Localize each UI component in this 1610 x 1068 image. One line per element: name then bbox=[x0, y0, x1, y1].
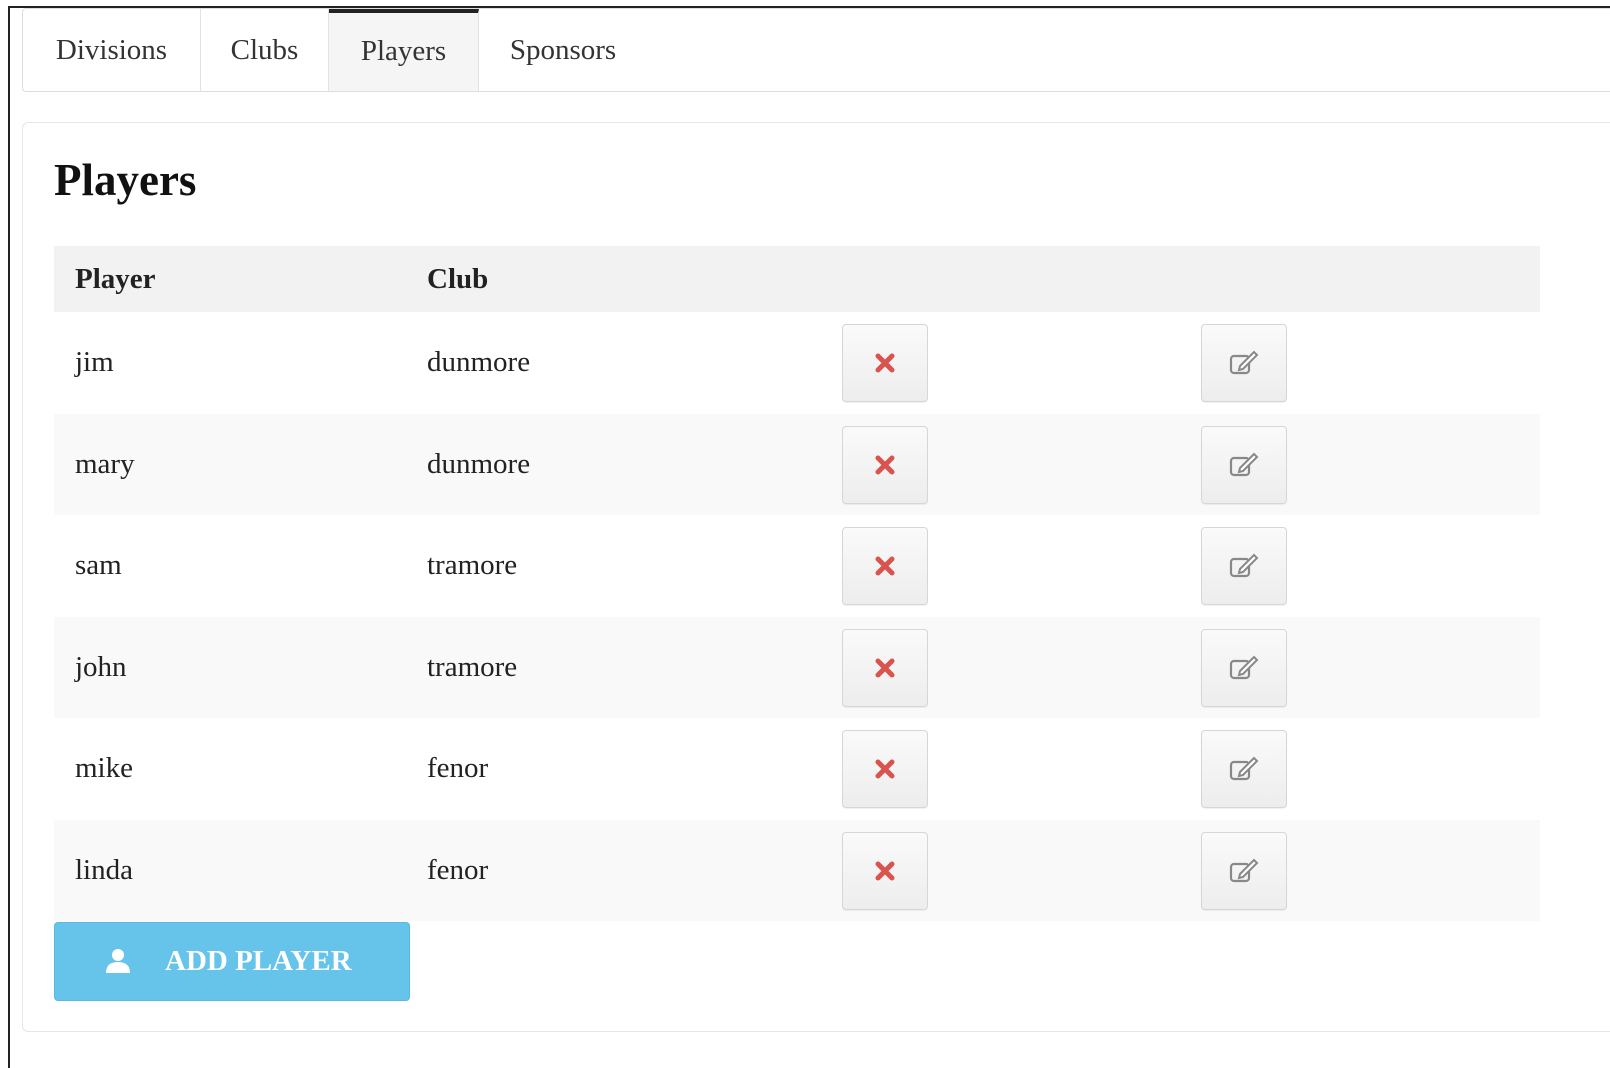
header-player: Player bbox=[75, 263, 156, 295]
tab-sponsors[interactable]: Sponsors bbox=[479, 9, 647, 91]
edit-button[interactable] bbox=[1201, 831, 1287, 910]
close-icon bbox=[875, 353, 895, 373]
delete-button[interactable] bbox=[842, 628, 928, 707]
player-club: fenor bbox=[427, 752, 489, 784]
close-icon bbox=[875, 455, 895, 474]
close-icon bbox=[875, 658, 895, 677]
player-club: dunmore bbox=[427, 447, 531, 480]
page-title: Players bbox=[54, 155, 197, 205]
user-icon bbox=[106, 949, 130, 973]
close-icon bbox=[875, 759, 895, 779]
player-name: linda bbox=[75, 853, 133, 886]
player-name: mary bbox=[75, 447, 135, 480]
table-row: john tramore bbox=[54, 616, 1540, 718]
tab-divisions[interactable]: Divisions bbox=[23, 9, 201, 91]
player-club: tramore bbox=[427, 549, 518, 581]
player-name: sam bbox=[75, 549, 122, 581]
table-row: linda fenor bbox=[54, 819, 1540, 921]
close-icon bbox=[875, 556, 895, 576]
add-player-label: ADD PLAYER bbox=[165, 945, 352, 977]
close-icon bbox=[875, 861, 895, 880]
tab-clubs[interactable]: Clubs bbox=[201, 9, 329, 91]
edit-button[interactable] bbox=[1201, 324, 1287, 402]
delete-button[interactable] bbox=[842, 425, 928, 504]
tab-players[interactable]: Players bbox=[329, 9, 479, 91]
table-row: mike fenor bbox=[54, 718, 1540, 820]
delete-button[interactable] bbox=[842, 730, 928, 808]
player-name: mike bbox=[75, 752, 133, 784]
table-row: jim dunmore bbox=[54, 312, 1540, 414]
table-header: Player Club bbox=[54, 246, 1540, 312]
edit-icon bbox=[1229, 756, 1259, 781]
edit-icon bbox=[1229, 452, 1259, 476]
delete-button[interactable] bbox=[842, 324, 928, 402]
edit-icon bbox=[1229, 858, 1259, 882]
edit-icon bbox=[1229, 553, 1259, 578]
delete-button[interactable] bbox=[842, 527, 928, 605]
edit-button[interactable] bbox=[1201, 628, 1287, 707]
delete-button[interactable] bbox=[842, 831, 928, 910]
player-name: john bbox=[75, 650, 127, 683]
edit-icon bbox=[1229, 655, 1259, 679]
add-player-button[interactable]: ADD PLAYER bbox=[54, 922, 410, 1001]
edit-button[interactable] bbox=[1201, 425, 1287, 504]
edit-button[interactable] bbox=[1201, 730, 1287, 808]
edit-button[interactable] bbox=[1201, 527, 1287, 605]
player-club: dunmore bbox=[427, 346, 531, 378]
players-table: Player Club jim dunmore mary dunmore sam… bbox=[54, 246, 1540, 921]
player-club: fenor bbox=[427, 853, 489, 886]
player-club: tramore bbox=[427, 650, 518, 683]
edit-icon bbox=[1229, 350, 1259, 375]
header-club: Club bbox=[427, 263, 489, 295]
table-row: mary dunmore bbox=[54, 413, 1540, 515]
table-row: sam tramore bbox=[54, 515, 1540, 617]
nav-tabs: Divisions Clubs Players Sponsors bbox=[22, 8, 1610, 92]
player-name: jim bbox=[75, 346, 114, 378]
